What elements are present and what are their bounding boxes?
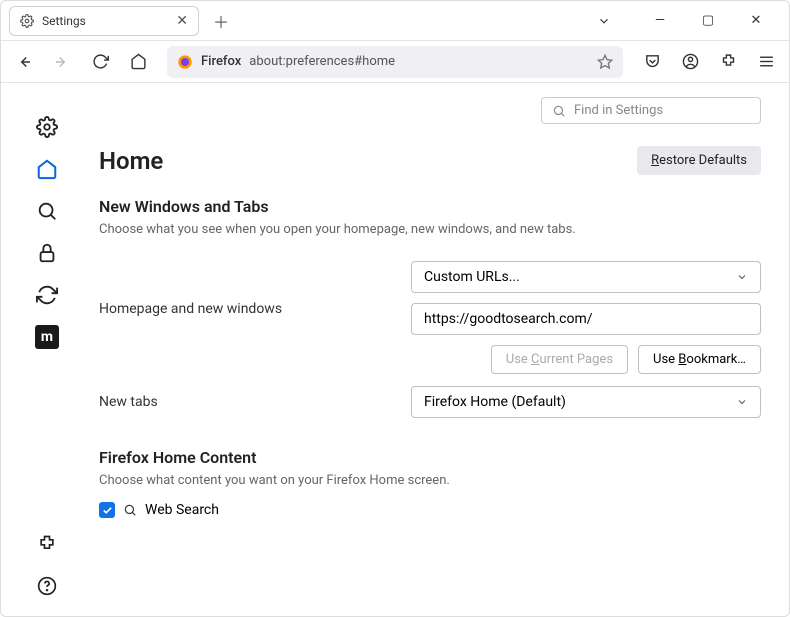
homepage-mode-select[interactable]: Custom URLs... (411, 261, 761, 293)
sidebar-sync[interactable] (29, 277, 65, 313)
sidebar-general[interactable] (29, 109, 65, 145)
gear-icon (20, 14, 34, 28)
homepage-url-input[interactable] (411, 303, 761, 335)
back-button[interactable] (9, 47, 39, 77)
section-new-windows-desc: Choose what you see when you open your h… (99, 222, 761, 237)
new-tab-button[interactable]: ＋ (207, 7, 235, 35)
sidebar-help[interactable] (29, 568, 65, 604)
use-current-pages-button[interactable]: Use Current Pages (491, 345, 628, 374)
page-title: Home (99, 147, 163, 175)
homepage-label: Homepage and new windows (99, 261, 399, 317)
extensions-icon[interactable] (713, 47, 743, 77)
sidebar-home[interactable] (29, 151, 65, 187)
section-new-windows-title: New Windows and Tabs (99, 197, 761, 216)
sidebar-search[interactable] (29, 193, 65, 229)
use-bookmark-button[interactable]: Use Bookmark… (638, 345, 761, 374)
chevron-down-icon[interactable] (597, 14, 627, 28)
newtabs-select[interactable]: Firefox Home (Default) (411, 386, 761, 418)
titlebar: Settings ✕ ＋ — ▢ ✕ (1, 1, 789, 41)
menu-icon[interactable] (751, 47, 781, 77)
newtabs-label: New tabs (99, 394, 399, 410)
sidebar-more[interactable]: m (29, 319, 65, 355)
sidebar: m (1, 83, 93, 616)
forward-button[interactable] (47, 47, 77, 77)
close-window-button[interactable]: ✕ (741, 13, 771, 28)
tab-settings[interactable]: Settings ✕ (9, 6, 199, 36)
section-home-content-desc: Choose what content you want on your Fir… (99, 473, 761, 488)
content: m Find in Settings Home Restore Defaults… (1, 83, 789, 616)
minimize-button[interactable]: — (645, 13, 675, 28)
toolbar: Firefox about:preferences#home (1, 41, 789, 83)
homepage-mode-value: Custom URLs... (424, 269, 520, 285)
close-tab-icon[interactable]: ✕ (176, 13, 188, 29)
window-controls: — ▢ ✕ (597, 13, 781, 28)
search-placeholder: Find in Settings (574, 103, 663, 118)
home-button[interactable] (123, 47, 153, 77)
search-settings-input[interactable]: Find in Settings (541, 97, 761, 124)
main: Find in Settings Home Restore Defaults N… (93, 83, 789, 616)
restore-defaults-button[interactable]: Restore Defaults (637, 146, 761, 175)
checkbox-checked-icon (99, 502, 115, 518)
firefox-logo-icon (177, 54, 193, 70)
m-badge-icon: m (35, 325, 59, 349)
bookmark-star-icon[interactable] (597, 54, 613, 70)
tab-title: Settings (42, 14, 86, 28)
url-bar[interactable]: Firefox about:preferences#home (167, 46, 623, 78)
url-brand: Firefox (201, 54, 241, 69)
web-search-checkbox-row[interactable]: Web Search (99, 502, 761, 518)
section-home-content-title: Firefox Home Content (99, 448, 761, 467)
web-search-label: Web Search (145, 502, 219, 518)
sidebar-extensions[interactable] (29, 526, 65, 562)
url-path: about:preferences#home (249, 54, 395, 69)
reload-button[interactable] (85, 47, 115, 77)
account-icon[interactable] (675, 47, 705, 77)
maximize-button[interactable]: ▢ (693, 13, 723, 28)
search-icon (123, 503, 137, 517)
sidebar-privacy[interactable] (29, 235, 65, 271)
pocket-icon[interactable] (637, 47, 667, 77)
newtabs-value: Firefox Home (Default) (424, 394, 566, 410)
